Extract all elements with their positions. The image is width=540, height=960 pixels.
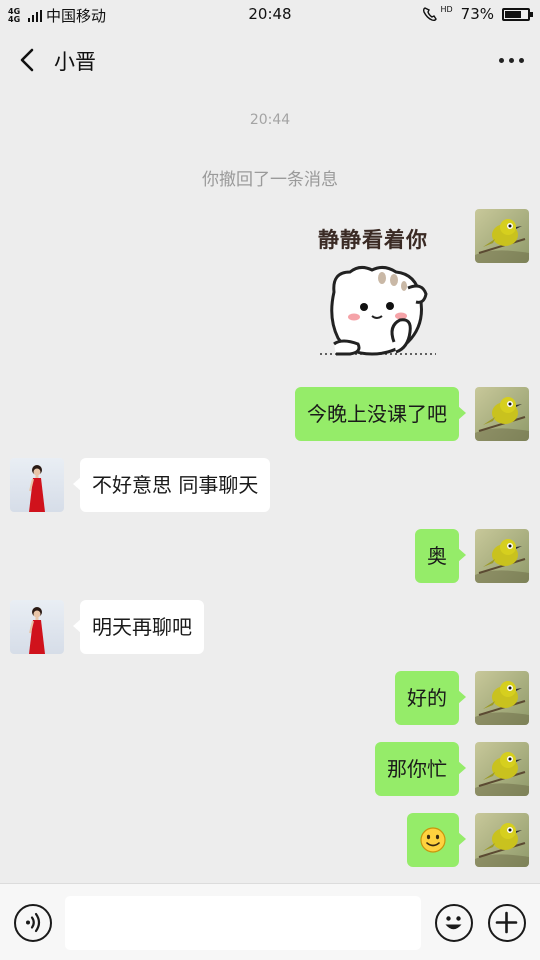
call-hd-icon: HD bbox=[422, 4, 453, 22]
bird-avatar-icon bbox=[475, 387, 529, 441]
smile-emoji-icon bbox=[420, 827, 446, 853]
plus-icon[interactable] bbox=[488, 904, 526, 942]
battery-icon bbox=[502, 7, 533, 21]
more-dots-icon[interactable] bbox=[494, 44, 528, 76]
recall-notice: 你撤回了一条消息 bbox=[202, 170, 338, 190]
battery-percent: 73% bbox=[460, 5, 494, 23]
my-emoji-bubble[interactable] bbox=[407, 813, 466, 867]
my-message-bubble[interactable]: 今晚上没课了吧 bbox=[295, 387, 466, 441]
bird-avatar-icon bbox=[475, 742, 529, 796]
my-avatar[interactable] bbox=[475, 387, 529, 441]
sticker-message[interactable]: 静静看着你 bbox=[312, 214, 442, 364]
emoji-icon[interactable] bbox=[435, 904, 473, 942]
input-bar bbox=[0, 883, 540, 960]
contact-avatar[interactable] bbox=[10, 458, 64, 512]
bird-avatar-icon bbox=[475, 209, 529, 263]
contact-message-bubble[interactable]: 明天再聊吧 bbox=[73, 600, 204, 654]
my-avatar[interactable] bbox=[475, 742, 529, 796]
chat-title: 小晋 bbox=[54, 50, 96, 74]
message-input[interactable] bbox=[65, 896, 421, 950]
cat-sticker-icon bbox=[320, 265, 436, 356]
chevron-left-icon[interactable] bbox=[14, 44, 42, 76]
voice-icon[interactable] bbox=[14, 904, 52, 942]
my-message-bubble[interactable]: 那你忙 bbox=[375, 742, 466, 796]
bird-avatar-icon bbox=[475, 813, 529, 867]
bird-avatar-icon bbox=[475, 529, 529, 583]
contact-message-bubble[interactable]: 不好意思 同事聊天 bbox=[72, 458, 271, 512]
my-avatar[interactable] bbox=[475, 813, 529, 867]
message-timestamp: 20:44 bbox=[249, 112, 291, 128]
my-message-bubble[interactable]: 好的 bbox=[395, 671, 466, 725]
my-avatar[interactable] bbox=[475, 671, 529, 725]
my-message-bubble[interactable]: 奥 bbox=[415, 529, 466, 583]
hd-label: HD bbox=[440, 4, 453, 14]
chat-header: 小晋 bbox=[0, 30, 540, 90]
contact-avatar[interactable] bbox=[10, 600, 64, 654]
my-avatar[interactable] bbox=[475, 529, 529, 583]
status-bar: 4G 4G 中国移动 20:48 HD 73% bbox=[0, 0, 540, 30]
girl-avatar-icon bbox=[10, 458, 64, 512]
girl-avatar-icon bbox=[10, 600, 64, 654]
bird-avatar-icon bbox=[475, 671, 529, 725]
my-avatar[interactable] bbox=[475, 209, 529, 263]
